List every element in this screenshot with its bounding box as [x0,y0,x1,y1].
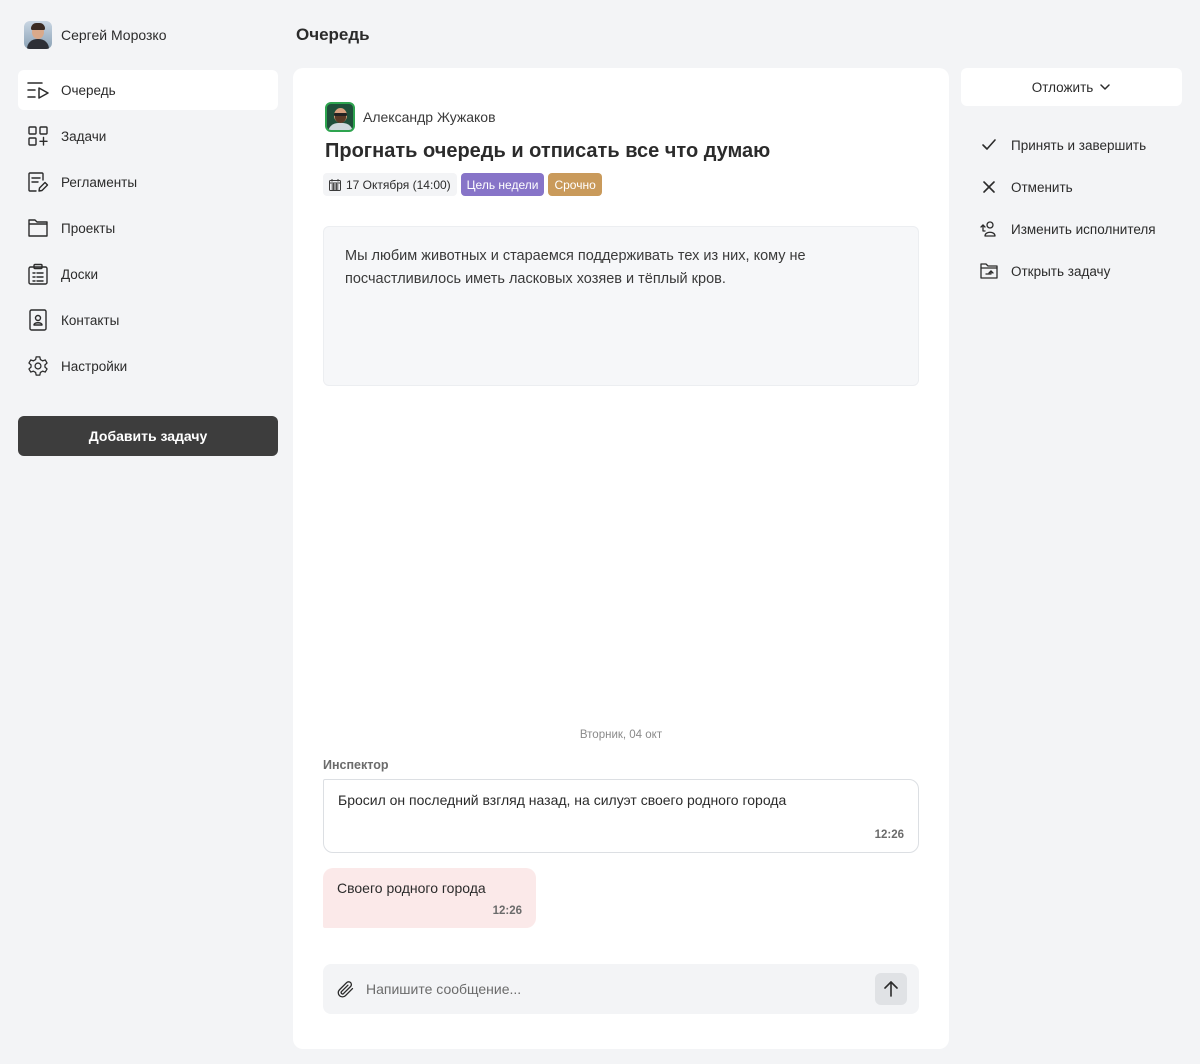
sidebar-item-label: Контакты [61,312,120,328]
sidebar-item-label: Доски [61,266,98,282]
sidebar-item-label: Задачи [61,128,107,144]
sidebar: Сергей Морозко Очередь Задачи Регламенты… [0,0,290,1064]
message-composer [323,964,919,1014]
due-date-badge: 17 Октября (14:00) [323,173,457,196]
message-incoming: Бросил он последний взгляд назад, на сил… [323,779,919,853]
user-profile[interactable]: Сергей Морозко [24,21,167,49]
day-separator: Вторник, 04 окт [579,729,663,741]
message-input[interactable] [366,981,875,997]
calendar-icon [329,178,341,191]
action-label: Открыть задачу [1011,263,1111,279]
message-author: Инспектор [323,758,389,772]
queue-icon [27,79,49,101]
arrow-up-icon [884,981,898,997]
check-icon [979,135,999,155]
paperclip-icon[interactable] [335,979,355,999]
task-title: Прогнать очередь и отписать все что дума… [325,140,771,162]
page-title: Очередь [296,25,370,44]
document-edit-icon [27,171,49,193]
sidebar-item-settings[interactable]: Настройки [18,346,278,386]
close-icon [979,177,999,197]
sidebar-item-projects[interactable]: Проекты [18,208,278,248]
avatar [325,102,355,132]
sidebar-item-label: Очередь [61,82,116,98]
postpone-label: Отложить [1031,79,1094,95]
avatar [24,21,52,49]
sidebar-item-queue[interactable]: Очередь [18,70,278,110]
task-description: Мы любим животных и стараемся поддержива… [323,226,919,386]
message-text: Своего родного города [337,880,486,896]
message-time: 12:26 [874,829,904,841]
sidebar-item-boards[interactable]: Доски [18,254,278,294]
sidebar-nav: Очередь Задачи Регламенты Проекты Доски … [18,70,278,392]
send-button[interactable] [875,973,907,1005]
sidebar-item-label: Настройки [61,358,128,374]
contact-card-icon [27,309,49,331]
cancel-action[interactable]: Отменить [961,166,1182,208]
add-task-button[interactable]: Добавить задачу [18,416,278,456]
folder-icon [27,217,49,239]
accept-and-complete-action[interactable]: Принять и завершить [961,124,1182,166]
postpone-button[interactable]: Отложить [961,68,1182,106]
action-label: Изменить исполнителя [1011,221,1156,237]
due-date-text: 17 Октября (14:00) [346,177,451,192]
action-label: Принять и завершить [1011,137,1147,153]
chevron-down-icon [1100,84,1111,90]
clipboard-icon [27,263,49,285]
message-text: Бросил он последний взгляд назад, на сил… [338,792,787,808]
user-name: Сергей Морозко [61,27,167,43]
message-time: 12:26 [492,905,522,917]
sidebar-item-label: Проекты [61,220,116,236]
sidebar-item-regulations[interactable]: Регламенты [18,162,278,202]
task-card: Александр Жужаков Прогнать очередь и отп… [293,68,949,1049]
tag-urgent[interactable]: Срочно [548,173,602,196]
gear-icon [27,355,49,377]
actions-list: Принять и завершить Отменить Изменить ис… [961,124,1182,292]
folder-open-icon [979,261,999,281]
task-meta: 17 Октября (14:00) Цель недели Срочно [323,173,602,196]
sidebar-item-label: Регламенты [61,174,138,190]
open-task-action[interactable]: Открыть задачу [961,250,1182,292]
action-label: Отменить [1011,179,1073,195]
user-switch-icon [979,219,999,239]
message-outgoing: Своего родного города 12:26 [323,868,536,928]
change-assignee-action[interactable]: Изменить исполнителя [961,208,1182,250]
sidebar-item-tasks[interactable]: Задачи [18,116,278,156]
author-name: Александр Жужаков [363,109,496,125]
sidebar-item-contacts[interactable]: Контакты [18,300,278,340]
task-author[interactable]: Александр Жужаков [325,102,496,132]
tasks-grid-icon [27,125,49,147]
tag-weekly-goal[interactable]: Цель недели [460,173,545,196]
actions-panel: Отложить Принять и завершить Отменить Из… [961,68,1182,292]
